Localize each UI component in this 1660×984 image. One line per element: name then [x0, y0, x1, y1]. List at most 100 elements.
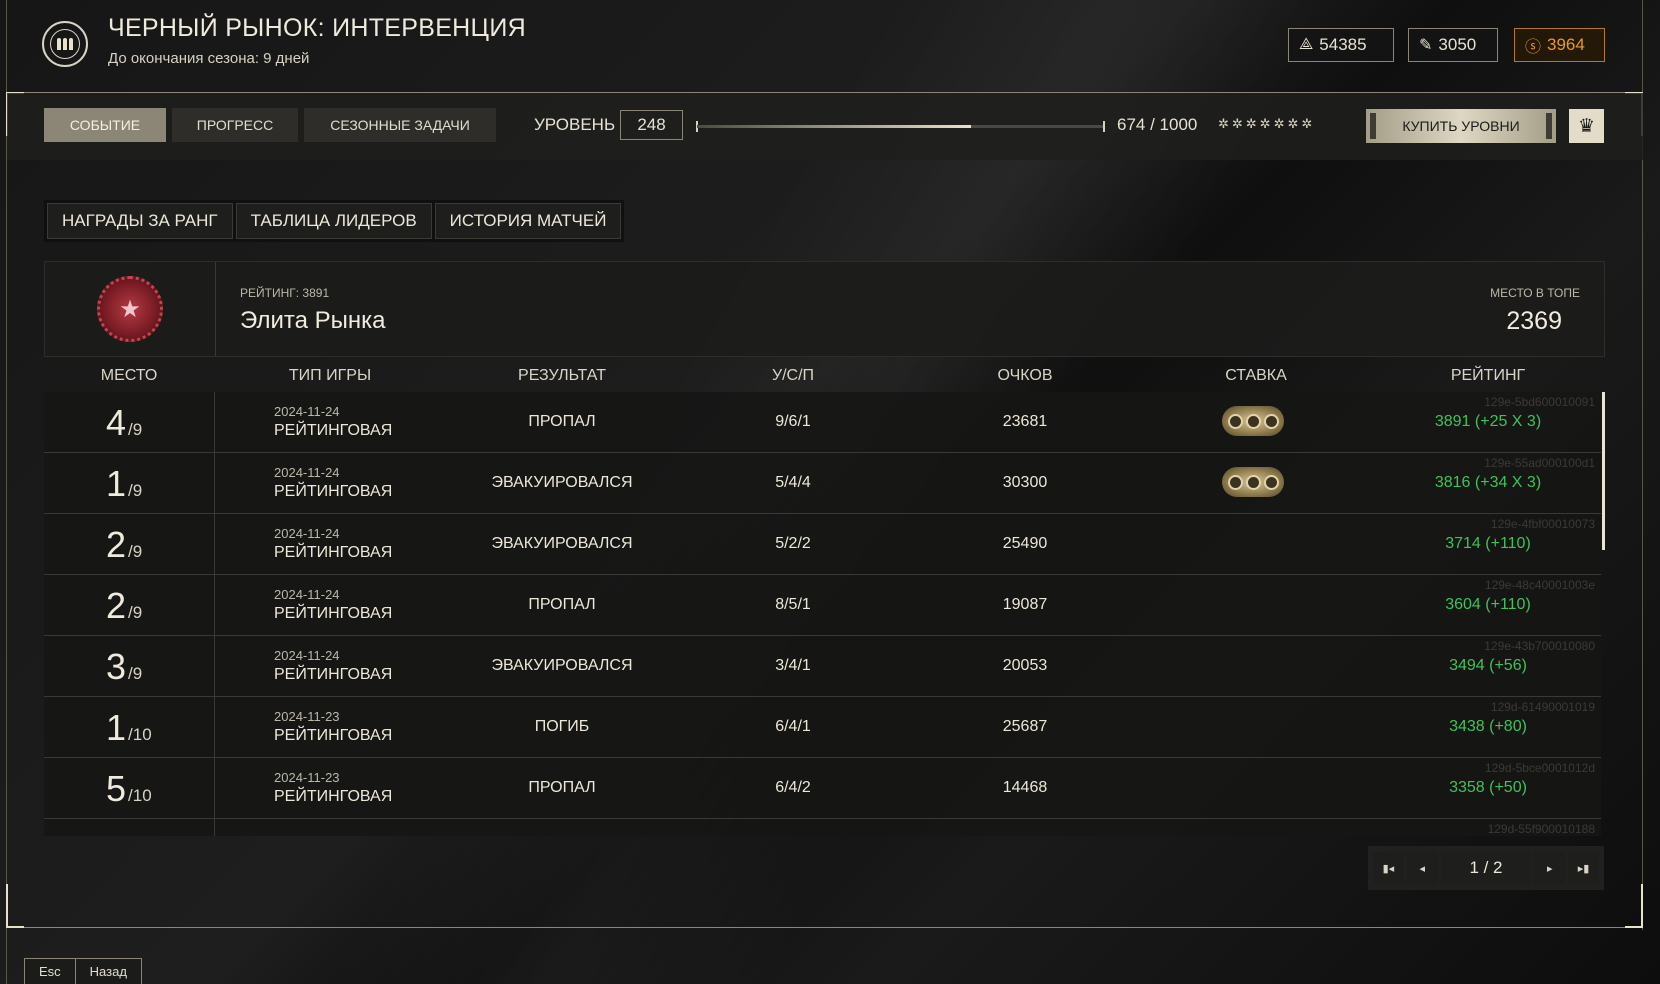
top-place-label: МЕСТО В ТОПЕ	[1490, 286, 1580, 300]
top-place-value: 2369	[1506, 307, 1562, 335]
col-place: МЕСТО	[100, 367, 158, 384]
game-type: РЕЙТИНГОВАЯ	[274, 666, 393, 683]
premium-button[interactable]: ♛	[1569, 109, 1604, 143]
corner-bracket	[6, 884, 24, 928]
match-result: ЭВАКУИРОВАЛСЯ	[491, 474, 633, 491]
table-header: МЕСТО ТИП ИГРЫ РЕЗУЛЬТАТ У/С/П ОЧКОВ СТА…	[44, 360, 1605, 392]
table-row[interactable]: 2/9 2024-11-24 РЕЙТИНГОВАЯ ЭВАКУИРОВАЛСЯ 5/2…	[44, 514, 1601, 575]
table-row[interactable]: 4/9 2024-11-24 РЕЙТИНГОВАЯ ПРОПАЛ 9/6/1 23681…	[44, 392, 1601, 453]
place-number: 4	[106, 402, 127, 443]
place-total: /9	[128, 603, 143, 622]
table-row[interactable]: 2/9 2024-11-24 РЕЙТИНГОВАЯ ПРОПАЛ 8/5/1 19087…	[44, 575, 1601, 636]
match-usp: 5/4/4	[775, 474, 811, 491]
match-points: 25490	[1002, 535, 1048, 552]
match-date: 2024-11-24	[274, 526, 340, 541]
event-logo-icon	[42, 21, 88, 67]
crown-icon: ♛	[1577, 115, 1596, 137]
place-value: 5/10	[106, 768, 152, 810]
ticket-icon: ✎	[1419, 37, 1433, 54]
match-rating: 3714 (+110)	[1445, 535, 1531, 552]
place-cell: 3/9	[44, 636, 215, 697]
rank-card: ★ РЕЙТИНГ: 3891 Элита Рынка МЕСТО В ТОПЕ…	[44, 261, 1605, 357]
next-page-icon[interactable]: ▸	[1534, 852, 1566, 884]
rank-emblem-box: ★	[45, 262, 216, 356]
match-rating: 3358 (+50)	[1449, 779, 1527, 796]
col-bet: СТАВКА	[1225, 367, 1287, 384]
col-game-type: ТИП ИГРЫ	[288, 367, 372, 384]
match-date: 2024-11-24	[274, 648, 340, 663]
subtabs: НАГРАДЫ ЗА РАНГ ТАБЛИЦА ЛИДЕРОВ ИСТОРИЯ …	[44, 200, 625, 242]
currency-value: 54385	[1319, 35, 1367, 54]
frame-bottom-line	[6, 927, 1643, 928]
place-cell: 1/9	[44, 453, 215, 514]
place-cell: 4/9	[44, 392, 215, 453]
match-rating: 3438 (+80)	[1449, 718, 1527, 735]
match-id: 129d-55f900010188	[1487, 822, 1595, 836]
level-progress-bar	[697, 125, 1103, 128]
match-date: 2024-11-23	[274, 770, 340, 785]
place-cell	[44, 819, 215, 836]
back-hint[interactable]: Esc Назад	[24, 958, 142, 984]
place-total: /9	[128, 542, 143, 561]
place-number: 2	[106, 585, 127, 626]
match-result: ПРОПАЛ	[528, 596, 596, 613]
table-row[interactable]: 1/10 2024-11-23 РЕЙТИНГОВАЯ ПОГИБ 6/4/1 25687…	[44, 697, 1601, 758]
rank-emblem-icon: ★	[97, 276, 163, 342]
match-result: ПОГИБ	[534, 718, 590, 735]
progress-text: 674 / 1000	[1117, 115, 1198, 134]
table-scrollbar[interactable]	[1602, 392, 1605, 550]
place-value: 3/9	[106, 646, 142, 688]
match-id: 129e-43b700010080	[1484, 639, 1595, 653]
match-points: 19087	[1002, 596, 1048, 613]
match-id: 129e-5bd600010091	[1484, 395, 1595, 409]
pagination: ▮◂ ◂ 1 / 2 ▸ ▸▮	[1368, 846, 1604, 890]
game-type: РЕЙТИНГОВАЯ	[274, 544, 393, 561]
match-id: 129e-55ad000100d1	[1484, 456, 1595, 470]
season-countdown: До окончания сезона: 9 дней	[108, 50, 310, 67]
table-row[interactable]: 129d-55f900010188	[44, 819, 1601, 836]
currency-value: 3050	[1438, 35, 1477, 54]
tab-progress[interactable]: ПРОГРЕСС	[172, 108, 298, 142]
prev-page-icon[interactable]: ◂	[1406, 852, 1438, 884]
table-row[interactable]: 3/9 2024-11-24 РЕЙТИНГОВАЯ ЭВАКУИРОВАЛСЯ 3/4…	[44, 636, 1601, 697]
tab-rank-rewards[interactable]: НАГРАДЫ ЗА РАНГ	[47, 203, 233, 239]
place-value: 4/9	[106, 402, 142, 444]
place-cell: 5/10	[44, 758, 215, 819]
match-usp: 5/2/2	[775, 535, 811, 552]
tab-leaderboard[interactable]: ТАБЛИЦА ЛИДЕРОВ	[235, 203, 432, 239]
currency-sc[interactable]: ⓢ 3964	[1514, 28, 1605, 62]
table-row[interactable]: 1/9 2024-11-24 РЕЙТИНГОВАЯ ЭВАКУИРОВАЛСЯ 5/4…	[44, 453, 1601, 514]
tab-event[interactable]: СОБЫТИЕ	[44, 108, 166, 142]
match-history-table[interactable]: 4/9 2024-11-24 РЕЙТИНГОВАЯ ПРОПАЛ 9/6/1 23681…	[44, 392, 1601, 836]
place-total: /10	[128, 725, 152, 744]
currency-tickets[interactable]: ✎ 3050	[1408, 28, 1498, 62]
match-id: 129e-4fbf00010073	[1490, 517, 1595, 531]
sc-coin-icon: ⓢ	[1525, 39, 1542, 56]
game-type: РЕЙТИНГОВАЯ	[274, 422, 393, 439]
place-number: 3	[106, 646, 127, 687]
rank-rating: РЕЙТИНГ: 3891	[240, 286, 330, 300]
table-row[interactable]: 5/10 2024-11-23 РЕЙТИНГОВАЯ ПРОПАЛ 6/4/2 1446…	[44, 758, 1601, 819]
game-type: РЕЙТИНГОВАЯ	[274, 788, 393, 805]
last-page-icon[interactable]: ▸▮	[1568, 852, 1599, 884]
place-cell: 2/9	[44, 514, 215, 575]
currency-crystals[interactable]: ⟁ 54385	[1288, 28, 1394, 62]
place-total: /9	[128, 664, 143, 683]
back-button[interactable]: Назад	[74, 959, 141, 984]
place-cell: 1/10	[44, 697, 215, 758]
corner-bracket	[1625, 884, 1643, 928]
bet-chips-icon	[1222, 467, 1284, 497]
match-date: 2024-11-24	[274, 404, 340, 419]
place-cell: 2/9	[44, 575, 215, 636]
tab-match-history[interactable]: ИСТОРИЯ МАТЧЕЙ	[434, 203, 622, 239]
tab-season-tasks[interactable]: СЕЗОННЫЕ ЗАДАЧИ	[304, 108, 496, 142]
game-type: РЕЙТИНГОВАЯ	[274, 605, 393, 622]
esc-key[interactable]: Esc	[25, 959, 75, 984]
currency-value: 3964	[1547, 35, 1585, 54]
buy-levels-button[interactable]: КУПИТЬ УРОВНИ	[1366, 109, 1556, 143]
first-page-icon[interactable]: ▮◂	[1373, 852, 1404, 884]
match-usp: 3/4/1	[775, 657, 811, 674]
page-title: ЧЕРНЫЙ РЫНОК: ИНТЕРВЕНЦИЯ	[108, 14, 526, 42]
place-number: 1	[106, 463, 127, 504]
match-rating: 3891 (+25 X 3)	[1434, 413, 1542, 430]
